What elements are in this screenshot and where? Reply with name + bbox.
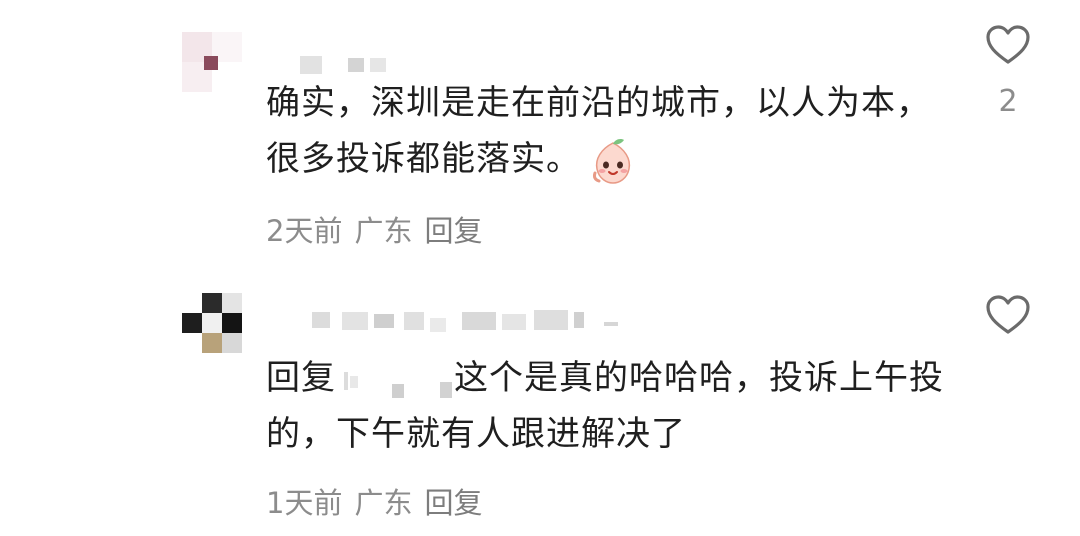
comment-time: 1天前 xyxy=(266,486,343,520)
like-button[interactable]: 2 xyxy=(984,24,1032,119)
comment-location: 广东 xyxy=(354,214,413,248)
comment-meta: 2天前 广东 回复 xyxy=(266,208,482,250)
avatar[interactable] xyxy=(182,32,242,92)
avatar[interactable] xyxy=(182,293,242,353)
like-count: 2 xyxy=(998,84,1018,119)
heart-outline-icon[interactable] xyxy=(985,24,1031,66)
like-button[interactable] xyxy=(984,294,1032,336)
comment-text: 确实，深圳是走在前沿的城市，以人为本，很多投诉都能落实。 xyxy=(266,75,956,187)
comment-meta: 1天前 广东 回复 xyxy=(266,480,482,522)
username-blurred[interactable] xyxy=(312,310,622,332)
mentioned-user-blurred[interactable] xyxy=(336,362,454,398)
heart-outline-icon[interactable] xyxy=(985,294,1031,336)
comment-item: 确实，深圳是走在前沿的城市，以人为本，很多投诉都能落实。 2天前 广东 回复 2 xyxy=(0,0,1080,268)
username-blurred[interactable] xyxy=(300,54,390,76)
comment-text: 回复 这个是真的哈哈哈，投诉上午投的，下午就有人跟进解决了 xyxy=(266,350,956,462)
reply-button[interactable]: 回复 xyxy=(424,480,482,522)
comment-time: 2天前 xyxy=(266,214,343,248)
reply-button[interactable]: 回复 xyxy=(424,208,482,250)
comment-item: 回复 这个是真的哈哈哈，投诉上午投的，下午就有人跟进解决了 1天前 广东 回复 xyxy=(0,268,1080,536)
comment-location: 广东 xyxy=(354,486,413,520)
reply-prefix: 回复 xyxy=(266,358,336,398)
smiling-peach-emoji-icon xyxy=(589,137,637,185)
